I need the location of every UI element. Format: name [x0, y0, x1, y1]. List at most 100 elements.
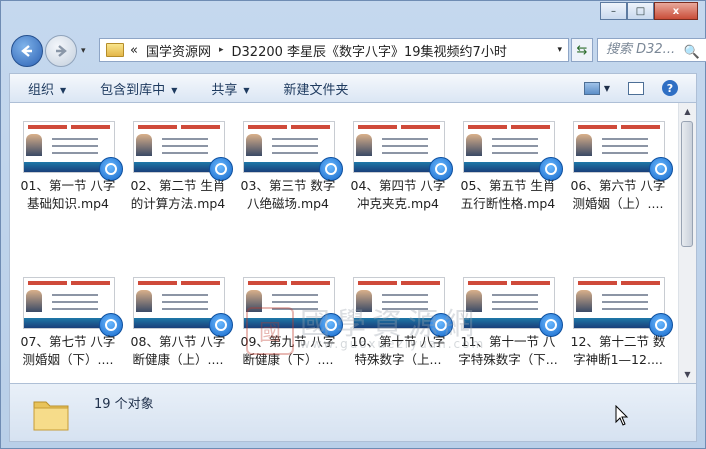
thumbnail-text: [492, 138, 538, 159]
chevron-down-icon: ▼: [243, 85, 250, 95]
thumbnail-header: [358, 281, 440, 287]
file-name: 01、第一节 八字 基础知识.mp4: [15, 177, 121, 213]
forward-arrow-icon: [56, 45, 67, 57]
address-dropdown-icon[interactable]: ▾: [557, 45, 562, 55]
file-name-line2: 测婚姻（下）....: [22, 352, 114, 367]
file-name-line2: 基础知识.mp4: [26, 196, 110, 211]
change-view-button[interactable]: ▼: [583, 81, 610, 95]
file-name-line1: 06、第六节 八字: [570, 178, 666, 193]
file-name-line2: 字神断1—12....: [573, 352, 663, 367]
search-input[interactable]: 搜索 D32... 🔍: [597, 38, 706, 62]
maximize-button[interactable]: □: [627, 2, 654, 20]
scroll-thumb[interactable]: [681, 121, 693, 247]
presenter-image: [246, 134, 262, 156]
thumbnail-text: [602, 294, 648, 315]
file-name-line1: 07、第七节 八字: [20, 334, 116, 349]
presenter-image: [26, 134, 42, 156]
toolbar-right: ▼ ?: [583, 80, 696, 96]
vertical-scrollbar[interactable]: ▲ ▼: [678, 103, 696, 383]
chevron-down-icon: ▼: [60, 85, 67, 95]
thumbnail-header: [468, 125, 550, 131]
file-name-line1: 10、第十节 八字: [350, 334, 446, 349]
preview-pane-button[interactable]: [628, 81, 644, 95]
folder-icon: [33, 401, 69, 431]
file-name-line2: 断健康（上）....: [132, 352, 224, 367]
presenter-image: [576, 290, 592, 312]
file-name-line2: 冲克夹克.mp4: [356, 196, 440, 211]
breadcrumb-separator-icon[interactable]: ▸: [219, 45, 224, 55]
presenter-image: [26, 290, 42, 312]
command-toolbar: 组织 ▼ 包含到库中 ▼ 共享 ▼ 新建文件夹 ▼ ?: [9, 73, 697, 103]
thumbnail-header: [28, 281, 110, 287]
thumbnail-header: [358, 125, 440, 131]
thumbnail-text: [52, 138, 98, 159]
new-folder-button[interactable]: 新建文件夹: [266, 79, 365, 98]
preview-pane-icon: [628, 81, 644, 95]
thumbnail-text: [52, 294, 98, 315]
thumbnail-text: [492, 294, 538, 315]
chevron-down-icon: ▼: [171, 85, 178, 95]
thumbnail-header: [468, 281, 550, 287]
refresh-button[interactable]: ⇆: [571, 38, 593, 62]
minimize-button[interactable]: –: [600, 2, 627, 20]
file-name-line2: 测婚姻（上）....: [572, 196, 664, 211]
scroll-down-icon[interactable]: ▼: [679, 366, 696, 383]
close-button[interactable]: x: [654, 2, 698, 20]
file-name: 04、第四节 八字 冲克夹克.mp4: [345, 177, 451, 213]
thumbnail-text: [272, 138, 318, 159]
file-name-line2: 八绝磁场.mp4: [246, 196, 330, 211]
file-name-line1: 02、第二节 生肖: [130, 178, 226, 193]
address-bar[interactable]: « 国学资源网 ▸ D32200 李星辰《数字八字》19集视频约7小时 ▾: [99, 38, 569, 62]
view-icon: [583, 81, 600, 95]
breadcrumb-overflow[interactable]: «: [130, 43, 138, 58]
file-name: 08、第八节 八字 断健康（上）....: [125, 333, 231, 369]
thumbnail-text: [382, 294, 428, 315]
mouse-cursor-icon: [615, 405, 629, 426]
file-name-line1: 03、第三节 数字: [240, 178, 336, 193]
scroll-up-icon[interactable]: ▲: [679, 103, 696, 120]
file-name-line1: 09、第九节 八字: [240, 334, 336, 349]
share-button[interactable]: 共享 ▼: [193, 79, 265, 98]
search-icon: 🔍: [683, 45, 700, 60]
search-placeholder: 搜索 D32...: [606, 42, 676, 57]
organize-label: 组织: [28, 82, 55, 98]
presenter-image: [466, 134, 482, 156]
file-list[interactable]: 01、第一节 八字 基础知识.mp4 02、第二节 生肖 的计算方法.mp4 03、第三…: [9, 103, 697, 383]
breadcrumb-parent[interactable]: 国学资源网: [146, 41, 211, 60]
share-label: 共享: [211, 82, 238, 98]
refresh-icon: ⇆: [576, 42, 588, 58]
file-name-line2: 断健康（下）....: [242, 352, 334, 367]
presenter-image: [246, 290, 262, 312]
explorer-window: – □ x ▾ « 国学资源网 ▸ D32200 李星辰《数字八字》19集视频约…: [0, 0, 706, 449]
presenter-image: [576, 134, 592, 156]
help-icon: ?: [662, 80, 678, 96]
file-name-line1: 08、第八节 八字: [130, 334, 226, 349]
details-pane: 19 个对象: [9, 383, 697, 442]
back-button[interactable]: [11, 35, 43, 67]
file-name-line2: 特殊数字（上...: [354, 352, 442, 367]
navigation-bar: ▾ « 国学资源网 ▸ D32200 李星辰《数字八字》19集视频约7小时 ▾ …: [9, 35, 706, 67]
forward-button[interactable]: [45, 35, 77, 67]
help-button[interactable]: ?: [662, 80, 678, 96]
breadcrumb-current[interactable]: D32200 李星辰《数字八字》19集视频约7小时: [232, 41, 507, 60]
chevron-down-icon: ▼: [603, 83, 610, 93]
thumbnail-header: [138, 125, 220, 131]
file-name: 05、第五节 生肖 五行断性格.mp4: [455, 177, 561, 213]
file-name-line1: 01、第一节 八字: [20, 178, 116, 193]
recent-pages-dropdown[interactable]: ▾: [81, 46, 86, 56]
include-in-library-button[interactable]: 包含到库中 ▼: [82, 79, 193, 98]
presenter-image: [356, 290, 372, 312]
file-name-line1: 04、第四节 八字: [350, 178, 446, 193]
thumbnail-header: [138, 281, 220, 287]
presenter-image: [136, 290, 152, 312]
file-name-line2: 的计算方法.mp4: [130, 196, 226, 211]
presenter-image: [466, 290, 482, 312]
organize-button[interactable]: 组织 ▼: [10, 79, 82, 98]
file-name: 09、第九节 八字 断健康（下）....: [235, 333, 341, 369]
file-name-line1: 12、第十二节 数: [570, 334, 666, 349]
include-library-label: 包含到库中: [100, 82, 166, 98]
file-name: 12、第十二节 数字神断1—12....: [565, 333, 671, 369]
thumbnail-text: [162, 294, 208, 315]
thumbnail-header: [248, 125, 330, 131]
file-name-line1: 05、第五节 生肖: [460, 178, 556, 193]
